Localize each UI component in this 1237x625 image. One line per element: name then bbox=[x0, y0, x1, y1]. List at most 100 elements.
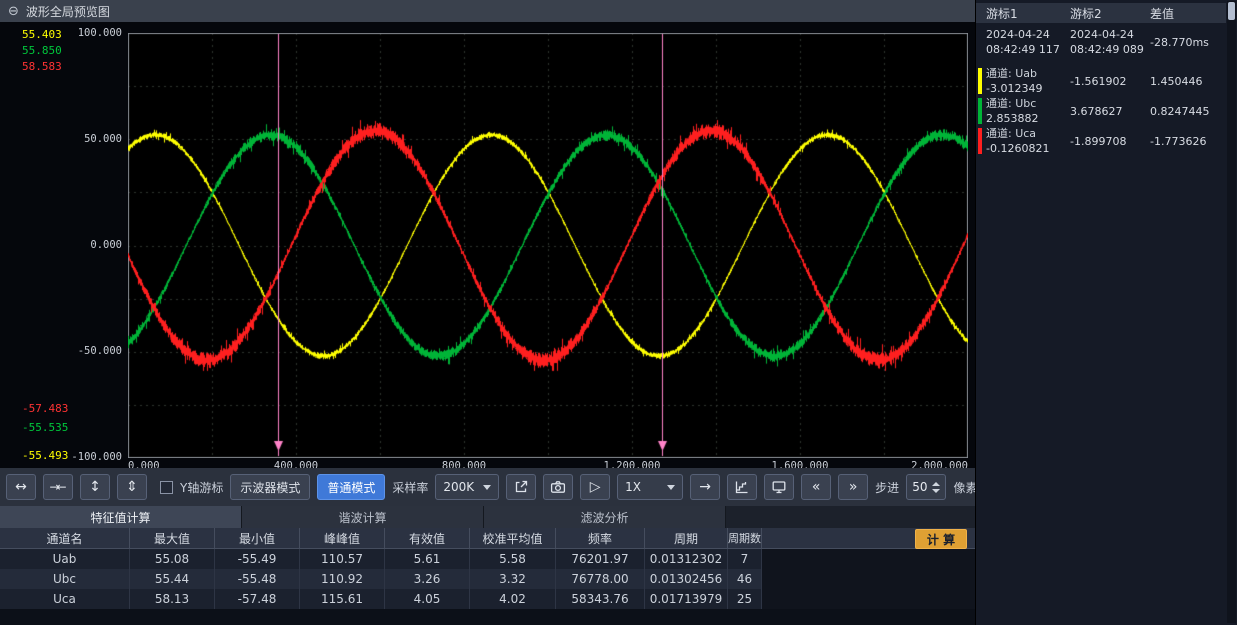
bottom-tabbar: 特征值计算 谐波计算 滤波分析 bbox=[0, 506, 975, 528]
table-cell: 3.32 bbox=[470, 569, 556, 589]
table-cell: Uab bbox=[0, 549, 130, 569]
export-button[interactable] bbox=[506, 474, 536, 500]
table-cell: -55.49 bbox=[215, 549, 300, 569]
channel-diff-value: 1.450446 bbox=[1150, 75, 1226, 88]
col-header-max: 最大值 bbox=[130, 528, 215, 549]
cursor1-time: 08:42:49 117 bbox=[986, 42, 1070, 57]
ubc-min-readout: -55.535 bbox=[22, 421, 68, 434]
scrollbar-thumb[interactable] bbox=[1228, 2, 1235, 20]
cursor1-value: -3.012349 bbox=[986, 81, 1070, 96]
table-cell: 110.92 bbox=[300, 569, 385, 589]
col-header-channel: 通道名 bbox=[0, 528, 130, 549]
table-cell: Ubc bbox=[0, 569, 130, 589]
cursor2-time: 08:42:49 089 bbox=[1070, 42, 1150, 57]
feature-table: 通道名 最大值 最小值 峰峰值 有效值 校准平均值 频率 周期 周期数 Uab … bbox=[0, 528, 975, 609]
channel-label: 通道: Ubc bbox=[986, 96, 1070, 111]
titlebar: ⊖ 波形全局预览图 bbox=[0, 0, 975, 22]
table-row-uab[interactable]: Uab 55.08 -55.49 110.57 5.61 5.58 76201.… bbox=[0, 549, 975, 569]
step-right-button[interactable]: → bbox=[690, 474, 720, 500]
steps-view-button[interactable] bbox=[727, 474, 757, 500]
page-title: 波形全局预览图 bbox=[26, 3, 110, 20]
export-icon bbox=[513, 479, 529, 495]
table-cell: -55.48 bbox=[215, 569, 300, 589]
step-label: 步进 bbox=[875, 479, 899, 496]
table-cell: -57.48 bbox=[215, 589, 300, 609]
monitor-button[interactable] bbox=[764, 474, 794, 500]
cursor-panel-header: 游标1 游标2 差值 bbox=[976, 3, 1226, 23]
zoom-dropdown[interactable]: 1X bbox=[617, 474, 683, 500]
camera-icon bbox=[550, 479, 566, 495]
cursor2-timestamp: 2024-04-24 08:42:49 089 bbox=[1070, 27, 1150, 57]
table-cell: 110.57 bbox=[300, 549, 385, 569]
sample-rate-dropdown[interactable]: 200K bbox=[435, 474, 499, 500]
cursor2-value: -1.561902 bbox=[1070, 75, 1150, 88]
table-cell: 58343.76 bbox=[556, 589, 645, 609]
cursor-timestamps: 2024-04-24 08:42:49 117 2024-04-24 08:42… bbox=[976, 27, 1226, 57]
uca-max-readout: 58.583 bbox=[22, 60, 62, 73]
table-row-ubc[interactable]: Ubc 55.44 -55.48 110.92 3.26 3.32 76778.… bbox=[0, 569, 975, 589]
uca-min-readout: -57.483 bbox=[22, 402, 68, 415]
table-cell: 115.61 bbox=[300, 589, 385, 609]
chevron-down-icon bbox=[667, 485, 675, 490]
steps-icon bbox=[734, 479, 750, 495]
tab-harmonic-calc[interactable]: 谐波计算 bbox=[242, 506, 484, 528]
y-axis-tick: 100.000 bbox=[56, 27, 122, 39]
table-cell: 3.26 bbox=[385, 569, 470, 589]
tab-feature-calc[interactable]: 特征值计算 bbox=[0, 506, 242, 528]
channel-diff-value: 0.8247445 bbox=[1150, 105, 1226, 118]
y-cursor-checkbox[interactable] bbox=[160, 481, 173, 494]
scrollbar[interactable] bbox=[1227, 1, 1236, 623]
normal-mode-button[interactable]: 普通模式 bbox=[317, 474, 385, 500]
tabbar-filler bbox=[726, 506, 975, 528]
play-button[interactable]: ▷ bbox=[580, 474, 610, 500]
chevron-down-icon bbox=[483, 485, 491, 490]
monitor-icon bbox=[771, 479, 787, 495]
col-header-peak-peak: 峰峰值 bbox=[300, 528, 385, 549]
y-axis-tick: -50.000 bbox=[56, 345, 122, 357]
compress-vertical-button[interactable]: ⇕ bbox=[117, 474, 147, 500]
col-header-period: 周期 bbox=[645, 528, 728, 549]
row-filler bbox=[762, 549, 975, 569]
table-cell: 4.02 bbox=[470, 589, 556, 609]
step-up-button[interactable] bbox=[932, 482, 940, 486]
channel-color-bar bbox=[978, 68, 982, 94]
toolbar: ↔ →← ↕ ⇕ Y轴游标 示波器模式 普通模式 采样率 200K bbox=[0, 468, 975, 506]
sample-rate-value: 200K bbox=[443, 480, 474, 494]
table-header-row: 通道名 最大值 最小值 峰峰值 有效值 校准平均值 频率 周期 周期数 bbox=[0, 528, 975, 549]
calculate-button[interactable]: 计 算 bbox=[915, 529, 967, 549]
table-cell: 4.05 bbox=[385, 589, 470, 609]
fit-horizontal-button[interactable]: ↔ bbox=[6, 474, 36, 500]
table-cell: 0.01312302 bbox=[645, 549, 728, 569]
prev-page-button[interactable]: « bbox=[801, 474, 831, 500]
camera-button[interactable] bbox=[543, 474, 573, 500]
col-header-rms: 有效值 bbox=[385, 528, 470, 549]
channel-row-ubc: 通道: Ubc 2.853882 3.678627 0.8247445 bbox=[976, 96, 1226, 126]
collapse-icon[interactable]: ⊖ bbox=[8, 5, 19, 18]
col-header-mean: 校准平均值 bbox=[470, 528, 556, 549]
table-cell: 7 bbox=[728, 549, 762, 569]
cursor2-header: 游标2 bbox=[1070, 5, 1150, 22]
cursor1-value: 2.853882 bbox=[986, 111, 1070, 126]
y-cursor-label: Y轴游标 bbox=[180, 479, 223, 496]
waveform-canvas[interactable] bbox=[128, 33, 968, 458]
app-window: ⊖ 波形全局预览图 55.403 55.850 58.583 -57.483 -… bbox=[0, 0, 1237, 625]
ubc-max-readout: 55.850 bbox=[22, 44, 62, 57]
channel-row-uca: 通道: Uca -0.1260821 -1.899708 -1.773626 bbox=[976, 126, 1226, 156]
cursor1-value: -0.1260821 bbox=[986, 141, 1070, 156]
step-input[interactable]: 50 bbox=[906, 474, 946, 500]
compress-horizontal-button[interactable]: →← bbox=[43, 474, 73, 500]
step-value: 50 bbox=[912, 480, 927, 494]
table-cell: 0.01302456 bbox=[645, 569, 728, 589]
row-filler bbox=[762, 569, 975, 589]
cursor2-value: -1.899708 bbox=[1070, 135, 1150, 148]
table-cell: 5.61 bbox=[385, 549, 470, 569]
col-header-cycle-count: 周期数 bbox=[728, 528, 762, 549]
fit-vertical-button[interactable]: ↕ bbox=[80, 474, 110, 500]
tab-filter-analysis[interactable]: 滤波分析 bbox=[484, 506, 726, 528]
table-row-uca[interactable]: Uca 58.13 -57.48 115.61 4.05 4.02 58343.… bbox=[0, 589, 975, 609]
next-page-button[interactable]: » bbox=[838, 474, 868, 500]
zoom-value: 1X bbox=[625, 480, 641, 494]
channel-label: 通道: Uca bbox=[986, 126, 1070, 141]
step-down-button[interactable] bbox=[932, 489, 940, 493]
scope-mode-button[interactable]: 示波器模式 bbox=[230, 474, 310, 500]
